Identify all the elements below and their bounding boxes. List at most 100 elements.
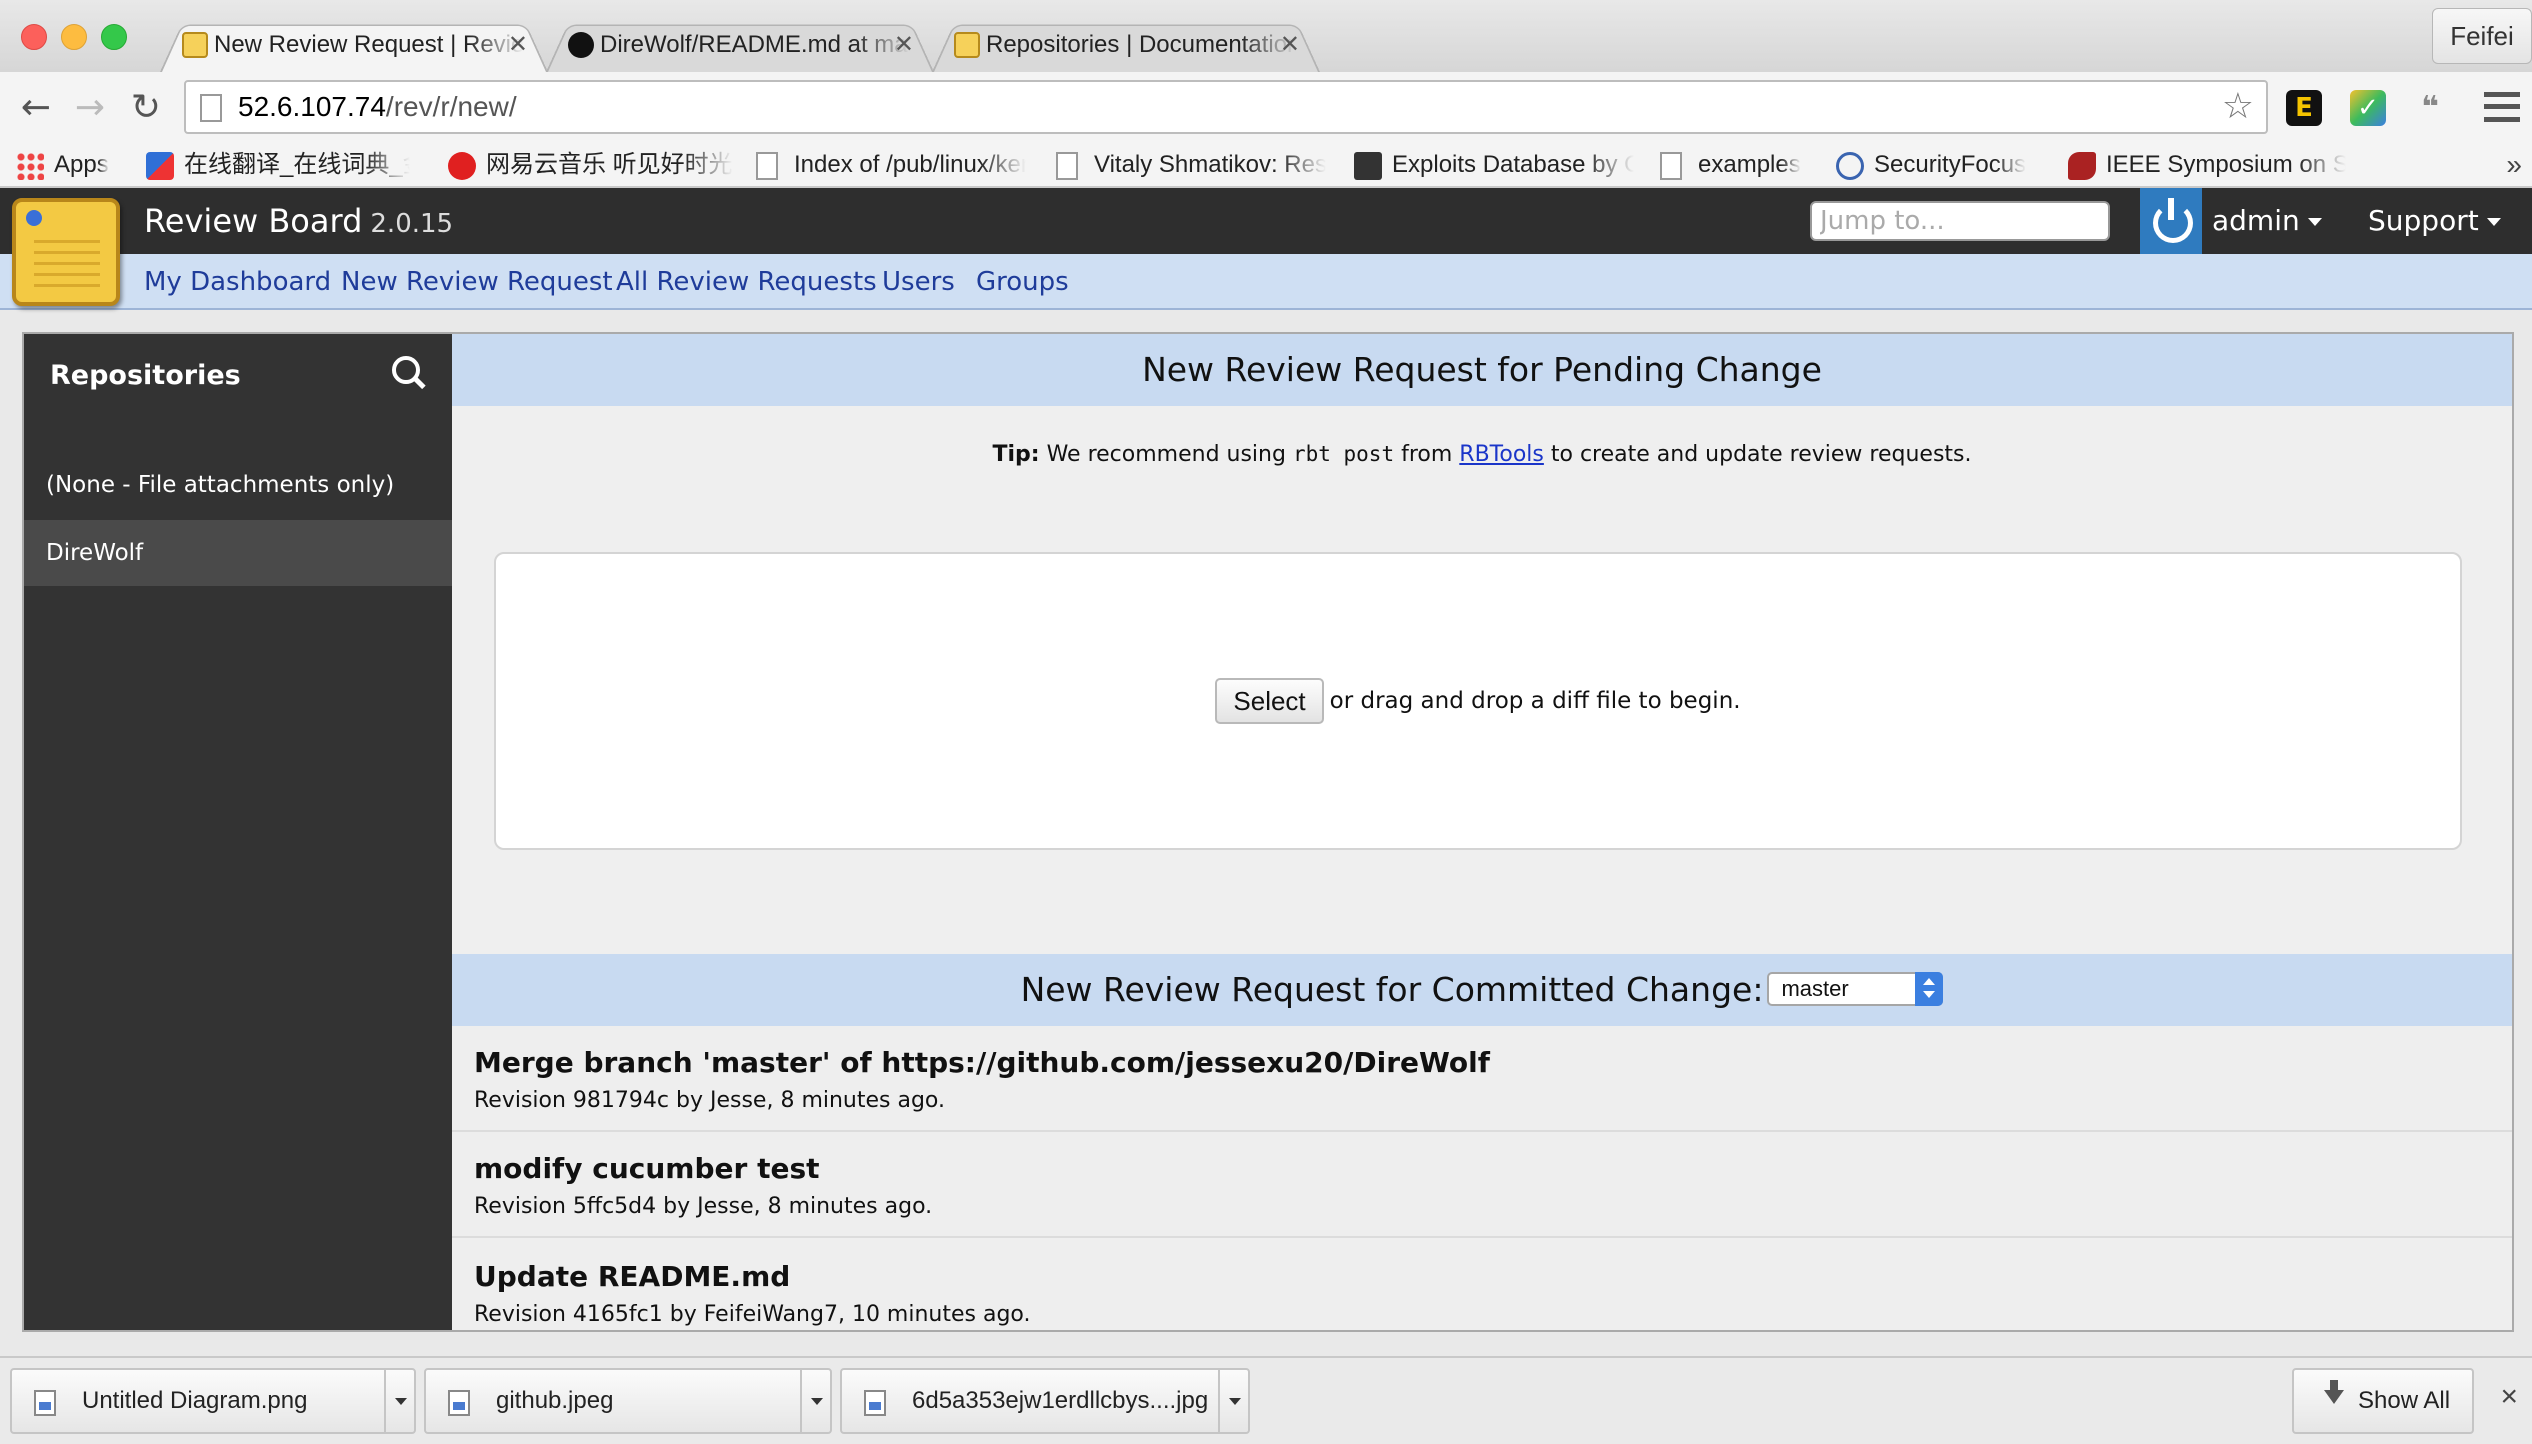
page-icon [756, 152, 778, 180]
review-board-favicon-icon [182, 32, 208, 58]
repositories-heading: Repositories [50, 360, 241, 391]
commit-row[interactable]: Update README.md Revision 4165fc1 by Fei… [452, 1240, 2512, 1330]
download-filename: Untitled Diagram.png [82, 1387, 308, 1414]
commit-row[interactable]: modify cucumber test Revision 5ffc5d4 by… [452, 1132, 2512, 1238]
bookmark-linux-kernel[interactable]: Index of /pub/linux/kernel [756, 142, 1026, 188]
select-diff-button[interactable]: Select [1215, 678, 1324, 724]
diff-drop-zone[interactable]: Select or drag and drop a diff file to be… [494, 552, 2462, 850]
nav-groups[interactable]: Groups [976, 254, 1069, 310]
new-tab-button[interactable] [1332, 28, 1398, 68]
new-review-request-panel: Repositories (None - File attachments on… [22, 332, 2514, 1332]
show-all-downloads-button[interactable]: Show All [2292, 1368, 2474, 1434]
download-item[interactable]: 6d5a353ejw1erdllcbys....jpg [840, 1368, 1250, 1434]
download-arrow-icon [2324, 1380, 2344, 1404]
dictionary-icon [146, 152, 174, 180]
chrome-menu-icon[interactable] [2484, 92, 2520, 122]
tab-github-readme[interactable]: DireWolf/README.md at master ✕ [546, 18, 934, 72]
download-menu-arrow-icon[interactable] [800, 1370, 830, 1432]
reload-icon[interactable]: ↻ [124, 86, 168, 130]
page-icon [200, 94, 222, 122]
forward-arrow-icon[interactable]: → [68, 86, 112, 130]
apps-grid-icon [16, 152, 44, 180]
drop-instructions: or drag and drop a diff file to begin. [1329, 688, 1741, 714]
caret-down-icon [2307, 218, 2322, 226]
back-arrow-icon[interactable]: ← [14, 86, 58, 130]
browser-toolbar: ← → ↻ 52.6.107.74/rev/r/new/ ☆ E ✓ ❝ [0, 72, 2532, 142]
window-minimize-button[interactable] [61, 24, 87, 50]
repositories-sidebar: Repositories (None - File attachments on… [24, 334, 452, 1330]
rb-product-title[interactable]: Review Board 2.0.15 [144, 188, 453, 257]
evernote-extension-icon[interactable]: E [2286, 90, 2322, 126]
tab-review-board[interactable]: New Review Request | Review Board ✕ [160, 18, 548, 72]
window-close-button[interactable] [21, 24, 47, 50]
download-shelf: Untitled Diagram.png github.jpeg 6d5a353… [0, 1356, 2532, 1444]
tab-close-icon[interactable]: ✕ [1280, 18, 1300, 72]
download-item[interactable]: Untitled Diagram.png [10, 1368, 416, 1434]
page-icon [1660, 152, 1682, 180]
download-menu-arrow-icon[interactable] [1218, 1370, 1248, 1432]
commit-summary: Update README.md [474, 1260, 791, 1293]
branch-selected-value: master [1781, 975, 1849, 1001]
netease-music-icon [448, 152, 476, 180]
jump-to-input[interactable] [1810, 201, 2110, 241]
download-item[interactable]: github.jpeg [424, 1368, 832, 1434]
user-name: admin [2212, 204, 2300, 237]
close-icon[interactable]: × [2500, 1380, 2518, 1414]
tab-close-icon[interactable]: ✕ [894, 18, 914, 72]
chat-extension-icon[interactable]: ❝ [2412, 90, 2448, 126]
repository-item-direwolf[interactable]: DireWolf [24, 520, 452, 586]
bookmark-iciba[interactable]: 在线翻译_在线词典_金山词霸 [146, 142, 416, 188]
main-pane: New Review Request for Pending Change Ti… [452, 334, 2512, 1330]
bookmark-ieee-symposium[interactable]: IEEE Symposium on Security [2068, 142, 2348, 188]
pending-change-body: Tip: We recommend using rbt post from RB… [452, 406, 2512, 984]
bookmark-star-icon[interactable]: ☆ [2222, 86, 2254, 127]
tip-text: to create and update review requests. [1543, 442, 1972, 467]
committed-change-header: New Review Request for Committed Change:… [452, 954, 2512, 1026]
bookmarks-overflow-chevron-icon[interactable]: » [2506, 142, 2522, 188]
tip-code: rbt post [1292, 442, 1395, 466]
tab-repositories-docs[interactable]: Repositories | Documentation ✕ [932, 18, 1320, 72]
nav-my-dashboard[interactable]: My Dashboard [144, 254, 331, 310]
commit-summary: modify cucumber test [474, 1152, 820, 1185]
rbtools-link[interactable]: RBTools [1459, 442, 1544, 467]
commit-row[interactable]: Merge branch 'master' of https://github.… [452, 1026, 2512, 1132]
review-board-favicon-icon [954, 32, 980, 58]
url-text: 52.6.107.74/rev/r/new/ [238, 91, 517, 122]
bookmark-netease-music[interactable]: 网易云音乐 听见好时光 [448, 142, 738, 188]
search-icon[interactable] [392, 356, 426, 390]
bookmark-apps[interactable]: Apps [16, 142, 126, 188]
support-menu[interactable]: Support [2368, 188, 2501, 254]
image-file-icon [34, 1390, 56, 1416]
extension-check-icon[interactable]: ✓ [2350, 90, 2386, 126]
bookmark-examples[interactable]: examples [1660, 142, 1830, 188]
branch-select[interactable]: master [1767, 971, 1944, 1006]
tab-close-icon[interactable]: ✕ [508, 18, 528, 72]
bookmark-shmatikov[interactable]: Vitaly Shmatikov: Research [1056, 142, 1326, 188]
rb-product-name: Review Board [144, 202, 363, 240]
commit-meta: Revision 5ffc5d4 by Jesse, 8 minutes ago… [474, 1194, 933, 1219]
github-favicon-icon [568, 32, 594, 58]
nav-users[interactable]: Users [882, 254, 955, 310]
window-zoom-button[interactable] [101, 24, 127, 50]
bookmark-securityfocus[interactable]: SecurityFocus [1836, 142, 2056, 188]
review-board-logo-icon[interactable] [12, 198, 120, 306]
image-file-icon [864, 1390, 886, 1416]
profile-button[interactable]: Feifei [2432, 8, 2532, 64]
page-icon [1056, 152, 1078, 180]
power-icon[interactable] [2140, 188, 2202, 254]
support-label: Support [2368, 204, 2479, 237]
tip-label: Tip: [992, 442, 1040, 467]
rb-version: 2.0.15 [370, 209, 454, 239]
nav-new-review-request[interactable]: New Review Request [341, 254, 613, 310]
bookmark-exploit-db[interactable]: Exploits Database by Offensive [1354, 142, 1634, 188]
tab-title: New Review Request | Review Board [214, 31, 524, 58]
repository-item-none[interactable]: (None - File attachments only) [24, 452, 452, 518]
user-menu[interactable]: admin [2212, 188, 2322, 254]
nav-all-review-requests[interactable]: All Review Requests [616, 254, 877, 310]
securityfocus-icon [1836, 152, 1864, 180]
address-bar[interactable]: 52.6.107.74/rev/r/new/ ☆ [184, 80, 2268, 134]
download-menu-arrow-icon[interactable] [384, 1370, 414, 1432]
commit-meta: Revision 981794c by Jesse, 8 minutes ago… [474, 1088, 946, 1113]
ieee-icon [2068, 152, 2096, 180]
exploit-db-icon [1354, 152, 1382, 180]
